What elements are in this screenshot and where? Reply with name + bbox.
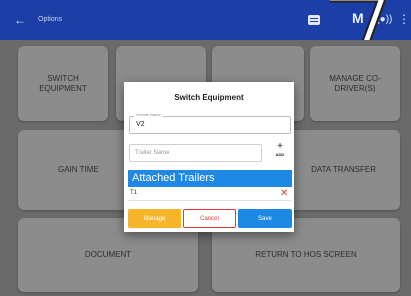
more-vert-icon[interactable]: ⋮ (398, 12, 410, 26)
dialog-title: Switch Equipment (174, 93, 244, 102)
message-icon[interactable] (308, 15, 320, 25)
list-item: T1 ✕ (128, 188, 292, 201)
add-label: ADD (275, 152, 285, 157)
save-button[interactable]: Save (238, 209, 292, 228)
add-trailer-button[interactable]: + ADD (272, 142, 288, 162)
tile-data-transfer-label: DATA TRANSFER (311, 165, 376, 174)
remove-icon[interactable]: ✕ (280, 188, 288, 199)
vehicle-name-value: V2 (136, 121, 145, 128)
marker-seven-icon (330, 0, 386, 42)
manage-button[interactable]: Manage (128, 209, 181, 228)
back-arrow-icon[interactable]: ← (14, 13, 26, 27)
switch-equipment-dialog: Switch Equipment Vehicle Name V2 Trailer… (124, 82, 294, 232)
tile-gain-time-label: GAIN TIME (58, 165, 99, 174)
vehicle-name-field[interactable]: Vehicle Name V2 (129, 112, 291, 134)
attached-trailers-header: Attached Trailers (128, 170, 292, 187)
plus-icon: + (277, 141, 283, 152)
vehicle-name-label: Vehicle Name (134, 112, 163, 117)
trailer-name: T1 (130, 190, 138, 196)
tile-manage-codriver[interactable]: MANAGE CO- DRIVER(S) (310, 46, 400, 121)
cancel-button[interactable]: Cancel (183, 209, 236, 228)
trailer-name-input[interactable]: Trailer Name (129, 144, 262, 162)
tile-switch-equipment[interactable]: SWITCH EQUIPMENT (18, 46, 108, 121)
app-bar-title: Options (38, 16, 63, 23)
